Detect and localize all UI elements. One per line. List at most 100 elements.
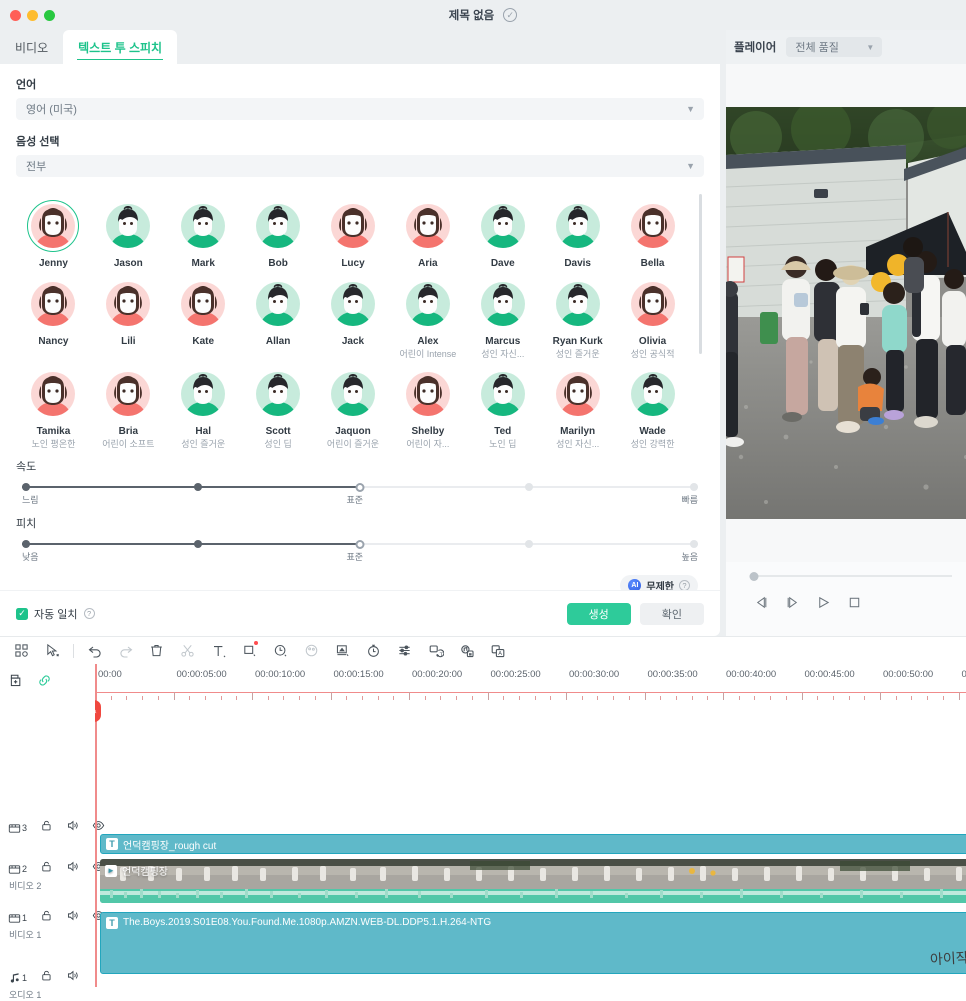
playhead[interactable]: ✎ bbox=[95, 664, 97, 987]
speed-slider[interactable] bbox=[22, 483, 698, 491]
speed-knob-mid[interactable] bbox=[194, 483, 202, 491]
lock-track-icon[interactable] bbox=[40, 969, 53, 987]
lock-track-icon[interactable] bbox=[40, 860, 53, 878]
track-headers: 32비디오 21비디오 11오디오 1 bbox=[0, 664, 95, 987]
text-tool-icon[interactable] bbox=[203, 638, 234, 664]
voice-card-dave[interactable]: Dave bbox=[465, 196, 540, 270]
layout-grid-icon[interactable] bbox=[6, 638, 37, 664]
voice-card-wade[interactable]: Wade성인 강력한 bbox=[615, 364, 690, 450]
link-icon[interactable] bbox=[37, 673, 52, 693]
delete-icon[interactable] bbox=[141, 638, 172, 664]
minimize-window-button[interactable] bbox=[27, 10, 38, 21]
voice-filter-select[interactable]: 전부 ▼ bbox=[16, 155, 704, 177]
voice-style: 성인 즐거운 bbox=[540, 348, 615, 360]
mute-track-icon[interactable] bbox=[66, 819, 79, 837]
mute-track-icon[interactable] bbox=[66, 969, 79, 987]
voice-card-marilyn[interactable]: Marilyn성인 자신... bbox=[540, 364, 615, 450]
voice-card-jenny[interactable]: Jenny bbox=[16, 196, 91, 270]
auto-match-checkbox[interactable]: ✓ bbox=[16, 608, 28, 620]
voice-card-hal[interactable]: Hal성인 즐거운 bbox=[166, 364, 241, 450]
pitch-knob-min[interactable] bbox=[22, 540, 30, 548]
next-frame-icon[interactable] bbox=[785, 595, 800, 610]
pitch-knob-step[interactable] bbox=[525, 540, 533, 548]
auto-match-group[interactable]: ✓ 자동 일치 ? bbox=[16, 606, 95, 622]
add-track-icon[interactable] bbox=[8, 673, 23, 693]
voice-card-bella[interactable]: Bella bbox=[615, 196, 690, 270]
undo-icon[interactable] bbox=[79, 638, 110, 664]
window-controls[interactable] bbox=[0, 10, 55, 21]
voice-card-aria[interactable]: Aria bbox=[390, 196, 465, 270]
speed-knob-current[interactable] bbox=[356, 483, 365, 492]
voice-card-scott[interactable]: Scott성인 딥 bbox=[241, 364, 316, 450]
adjust-sliders-icon[interactable] bbox=[389, 638, 420, 664]
voice-card-jason[interactable]: Jason bbox=[91, 196, 166, 270]
voice-card-bob[interactable]: Bob bbox=[241, 196, 316, 270]
clip-video-main[interactable]: ► 언덕캠핑장 bbox=[100, 859, 966, 903]
voice-card-mark[interactable]: Mark bbox=[166, 196, 241, 270]
clip-text-subtitle[interactable]: T The.Boys.2019.S01E08.You.Found.Me.1080… bbox=[100, 912, 966, 974]
tab-text-to-speech[interactable]: 텍스트 투 스피치 bbox=[63, 30, 177, 64]
lock-track-icon[interactable] bbox=[40, 909, 53, 927]
pitch-slider[interactable] bbox=[22, 540, 698, 548]
voice-card-olivia[interactable]: Olivia성인 공식적 bbox=[615, 274, 690, 360]
voice-grid-scrollbar[interactable] bbox=[699, 194, 702, 354]
voice-card-ryan-kurk[interactable]: Ryan Kurk성인 즐거운 bbox=[540, 274, 615, 360]
play-icon[interactable] bbox=[816, 595, 831, 610]
voice-card-lucy[interactable]: Lucy bbox=[316, 196, 391, 270]
help-icon[interactable]: ? bbox=[84, 608, 95, 619]
confirm-button[interactable]: 확인 bbox=[640, 603, 704, 625]
generate-button[interactable]: 생성 bbox=[567, 603, 631, 625]
pitch-knob-max[interactable] bbox=[690, 540, 698, 548]
keyframe-icon[interactable] bbox=[327, 638, 358, 664]
playhead-marker-badge[interactable]: ✎ bbox=[95, 700, 101, 722]
clip-text-title[interactable]: T 언덕캠핑장_rough cut bbox=[100, 834, 966, 854]
pitch-slider-block: 피치 낮음 표준 높음 bbox=[16, 515, 704, 564]
voice-card-lili[interactable]: Lili bbox=[91, 274, 166, 360]
voice-card-ted[interactable]: Ted노인 딥 bbox=[465, 364, 540, 450]
speed-knob-step[interactable] bbox=[525, 483, 533, 491]
help-icon[interactable]: ? bbox=[679, 580, 690, 590]
rotate-icon[interactable] bbox=[265, 638, 296, 664]
voice-card-tamika[interactable]: Tamika노인 평온한 bbox=[16, 364, 91, 450]
tab-video[interactable]: 비디오 bbox=[0, 30, 63, 64]
voice-card-allan[interactable]: Allan bbox=[241, 274, 316, 360]
voice-card-jack[interactable]: Jack bbox=[316, 274, 391, 360]
split-scissors-icon[interactable] bbox=[172, 638, 203, 664]
auto-caption-icon[interactable]: A bbox=[482, 638, 513, 664]
voice-card-davis[interactable]: Davis bbox=[540, 196, 615, 270]
voice-card-kate[interactable]: Kate bbox=[166, 274, 241, 360]
prev-frame-icon[interactable] bbox=[754, 595, 769, 610]
voice-style: 성인 자신... bbox=[540, 438, 615, 450]
voice-card-nancy[interactable]: Nancy bbox=[16, 274, 91, 360]
redo-icon[interactable] bbox=[110, 638, 141, 664]
speech-to-text-icon[interactable]: T bbox=[420, 638, 451, 664]
speed-knob-max[interactable] bbox=[690, 483, 698, 491]
speed-knob-min[interactable] bbox=[22, 483, 30, 491]
video-preview[interactable] bbox=[726, 107, 966, 519]
voice-card-alex[interactable]: Alex어린이 Intense bbox=[390, 274, 465, 360]
pitch-knob-mid[interactable] bbox=[194, 540, 202, 548]
audio-detach-icon[interactable] bbox=[451, 638, 482, 664]
voice-card-jaquon[interactable]: Jaquon어린이 즐거운 bbox=[316, 364, 391, 450]
quality-select[interactable]: 전체 품질 ▼ bbox=[786, 37, 882, 57]
voice-card-shelby[interactable]: Shelby어린이 자... bbox=[390, 364, 465, 450]
pitch-knob-current[interactable] bbox=[356, 540, 365, 549]
time-ruler[interactable]: 00:0000:00:05:0000:00:10:0000:00:15:0000… bbox=[95, 664, 966, 702]
voice-card-marcus[interactable]: Marcus성인 자신... bbox=[465, 274, 540, 360]
mute-track-icon[interactable] bbox=[66, 909, 79, 927]
ai-credits-badge[interactable]: AI 무제한 ? bbox=[620, 575, 698, 590]
mute-track-icon[interactable] bbox=[66, 860, 79, 878]
color-palette-icon[interactable] bbox=[296, 638, 327, 664]
seek-knob[interactable] bbox=[750, 572, 759, 581]
track-header-audio-1: 1오디오 1 bbox=[0, 969, 95, 987]
stop-icon[interactable] bbox=[847, 595, 862, 610]
seek-bar[interactable] bbox=[740, 572, 952, 581]
select-arrow-icon[interactable] bbox=[37, 638, 68, 664]
voice-card-bria[interactable]: Bria어린이 소프트 bbox=[91, 364, 166, 450]
language-select[interactable]: 영어 (미국) ▼ bbox=[16, 98, 704, 120]
maximize-window-button[interactable] bbox=[44, 10, 55, 21]
lock-track-icon[interactable] bbox=[40, 819, 53, 837]
stopwatch-icon[interactable] bbox=[358, 638, 389, 664]
shape-crop-icon[interactable] bbox=[234, 638, 265, 664]
close-window-button[interactable] bbox=[10, 10, 21, 21]
